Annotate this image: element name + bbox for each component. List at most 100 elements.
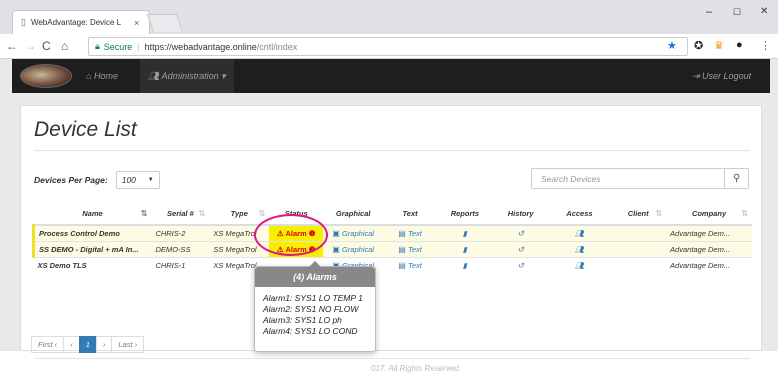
table-row[interactable]: Process Control Demo CHRIS-2 XS MegaTrol… (32, 224, 752, 241)
col-name-label: Name (82, 209, 103, 218)
browser-menu-icon[interactable]: ⋮ (760, 39, 771, 52)
col-company-label: Company (691, 209, 727, 218)
reports-icon[interactable]: ▮ (436, 256, 493, 273)
caret-down-icon: ▼ (147, 177, 154, 183)
graphical-link[interactable]: ▣ Graphical (323, 240, 384, 257)
page-first[interactable]: First ‹ (31, 336, 65, 353)
company-logo[interactable] (20, 64, 72, 88)
device-serial: CHRIS-1 (151, 256, 210, 273)
col-company[interactable]: Company ⇅ (666, 203, 752, 226)
graphical-label: Graphical (342, 228, 375, 238)
text-link[interactable]: ▤ Text (383, 256, 437, 273)
col-name[interactable]: Name ⇅ (33, 203, 152, 226)
access-users-icon[interactable]: 👥︎ (548, 224, 611, 241)
history-icon[interactable]: ↺ (492, 256, 549, 273)
minimize-button[interactable]: – (706, 6, 712, 18)
device-list-panel: Device List Devices Per Page: 100 ▼ Sear… (20, 105, 762, 373)
reports-icon[interactable]: ▮ (436, 224, 493, 241)
col-serial[interactable]: Serial # ⇅ (151, 203, 210, 226)
url-path: /cntl/index (256, 41, 298, 52)
device-client (610, 240, 667, 257)
extension-icon[interactable]: ✪ (694, 39, 703, 52)
table-row[interactable]: XS Demo TLS CHRIS-1 XS MegaTrol ▣ Graphi… (33, 256, 752, 273)
alarm-item: Alarm4: SYS1 LO COND (263, 326, 358, 336)
app-navbar: ⌂ Home 👥︎ Administration ▾ ⇥ User Logout (12, 59, 770, 93)
url-host: https://webadvantage.online (144, 41, 257, 52)
graphical-link[interactable]: ▣ Graphical (323, 224, 384, 241)
reports-icon[interactable]: ▮ (436, 240, 493, 257)
reload-icon[interactable]: C (42, 39, 51, 53)
divider (34, 150, 750, 151)
sort-icon: ⇅ (655, 209, 663, 218)
page-next[interactable]: › (95, 336, 113, 353)
device-name[interactable]: XS Demo TLS (33, 256, 152, 273)
bookmark-star-icon[interactable]: ★ (667, 39, 677, 52)
document-icon: ▤ (398, 228, 408, 238)
page-first-label: First (38, 340, 53, 349)
text-label: Text (407, 228, 422, 238)
address-bar[interactable]: 🔒︎ Secure | https://webadvantage.online … (88, 37, 688, 56)
nav-administration[interactable]: 👥︎ Administration ▾ (140, 59, 234, 93)
nav-administration-label: Administration ▾ (161, 71, 226, 81)
popover-body: Alarm1: SYS1 LO TEMP 1 Alarm2: SYS1 NO F… (255, 287, 375, 337)
text-link[interactable]: ▤ Text (383, 224, 437, 241)
history-icon[interactable]: ↺ (492, 224, 549, 241)
page-current[interactable]: 1 (78, 336, 97, 353)
home-icon: ⌂ (86, 71, 94, 81)
page-title: Device List (34, 118, 137, 141)
browser-toolbar: ← → C ⌂ 🔒︎ Secure | https://webadvantage… (0, 34, 778, 59)
device-serial: DEMO-SS (151, 240, 210, 257)
browser-window: ▯ WebAdvantage: Device L × – ☐ ✕ ← → C ⌂… (0, 0, 778, 373)
access-users-icon[interactable]: 👥︎ (548, 240, 611, 257)
device-name[interactable]: SS DEMO - Digital + mA In... (32, 240, 152, 257)
device-company: Advantage Dem... (666, 240, 752, 257)
device-client (610, 224, 667, 241)
col-client-label: Client (627, 209, 649, 218)
text-label: Text (407, 244, 422, 254)
nav-logout[interactable]: ⇥ User Logout (692, 71, 751, 82)
device-name[interactable]: Process Control Demo (32, 224, 152, 241)
extension-dot-icon[interactable]: ● (736, 39, 743, 51)
pagination: First ‹ ‹ 1 › Last › (31, 336, 145, 353)
alarm-item: Alarm1: SYS1 LO TEMP 1 (263, 293, 363, 303)
text-link[interactable]: ▤ Text (383, 240, 437, 257)
col-text: Text (383, 203, 437, 226)
alarm-item: Alarm2: SYS1 NO FLOW (263, 304, 359, 314)
forward-arrow-icon[interactable]: → (24, 39, 36, 53)
devices-per-page: Devices Per Page: 100 ▼ (34, 171, 160, 189)
devices-per-page-select[interactable]: 100 ▼ (115, 171, 160, 189)
popover-arrow (309, 261, 321, 267)
table-row[interactable]: SS DEMO - Digital + mA In... DEMO-SS SS … (32, 240, 752, 257)
lock-icon: 🔒︎ (95, 41, 100, 51)
tab-close-icon[interactable]: × (134, 18, 139, 28)
col-client[interactable]: Client ⇅ (610, 203, 667, 226)
browser-tab[interactable]: ▯ WebAdvantage: Device L × (12, 10, 150, 34)
back-arrow-icon[interactable]: ← (6, 39, 18, 53)
nav-home[interactable]: ⌂ Home (86, 71, 118, 81)
extension-crown-icon[interactable]: ♛ (714, 39, 724, 52)
alarm-item: Alarm3: SYS1 LO ph (263, 315, 342, 325)
tab-title: WebAdvantage: Device L (30, 18, 122, 27)
history-icon[interactable]: ↺ (492, 240, 549, 257)
popover-title: (4) Alarms (255, 267, 375, 287)
copyright-text: 017. All Rights Reserved. (371, 364, 461, 373)
maximize-button[interactable]: ☐ (733, 7, 741, 18)
col-type-label: Type (230, 209, 248, 218)
search-button[interactable]: ⚲ (724, 168, 749, 189)
page-prev[interactable]: ‹ (63, 336, 80, 353)
close-window-button[interactable]: ✕ (760, 6, 768, 17)
search-input[interactable]: Search Devices (531, 168, 725, 189)
alarms-popover: (4) Alarms Alarm1: SYS1 LO TEMP 1 Alarm2… (254, 261, 376, 352)
col-reports: Reports (436, 203, 493, 226)
new-tab-button[interactable] (146, 14, 184, 32)
sort-icon: ⇅ (741, 209, 748, 218)
table-header-row: Name ⇅ Serial # ⇅ Type ⇅ Status Graphical T… (33, 203, 752, 226)
page-last[interactable]: Last › (111, 336, 145, 353)
col-history: History (492, 203, 549, 226)
home-icon[interactable]: ⌂ (61, 39, 68, 53)
page-viewport: ⌂ Home 👥︎ Administration ▾ ⇥ User Logout… (0, 59, 778, 373)
logout-icon: ⇥ (692, 71, 703, 81)
tab-strip: ▯ WebAdvantage: Device L × – ☐ ✕ (0, 0, 778, 34)
access-users-icon[interactable]: 👥︎ (548, 256, 611, 273)
highlight-circle (254, 214, 328, 256)
